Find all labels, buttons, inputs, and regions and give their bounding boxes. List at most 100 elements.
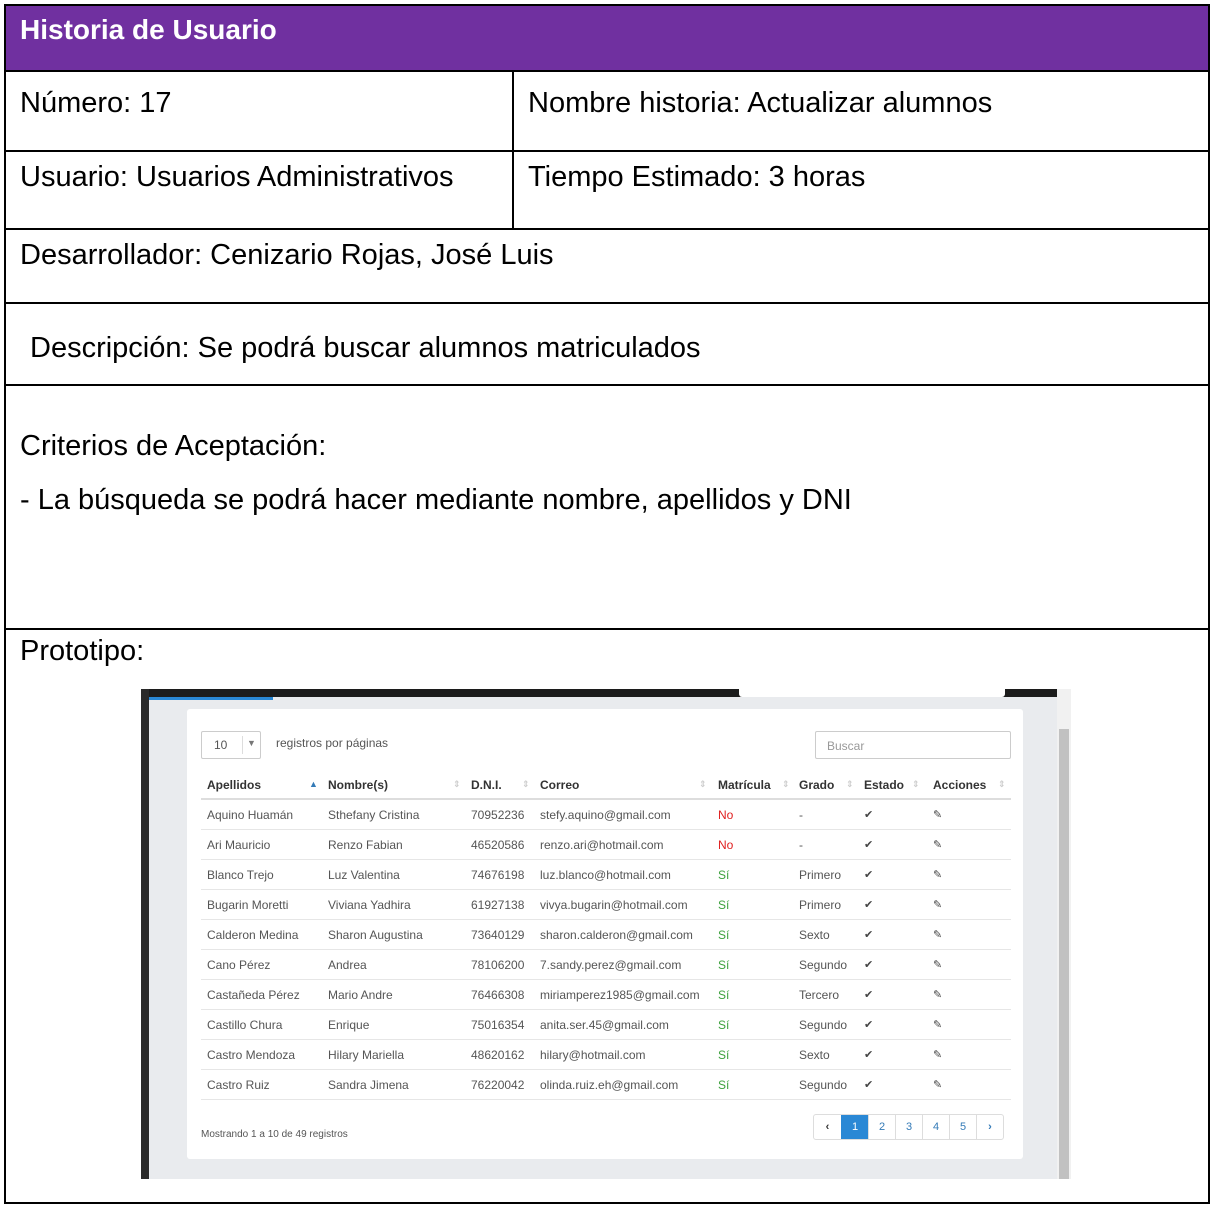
cell-grado: Sexto <box>799 928 830 942</box>
cell-matricula: Sí <box>718 928 730 942</box>
cell-matricula: No <box>718 808 734 822</box>
cell-correo: renzo.ari@hotmail.com <box>540 838 664 852</box>
table-body: Aquino Huamán Sthefany Cristina 70952236 st… <box>201 800 1011 1100</box>
cell-grado: Segundo <box>799 1078 848 1092</box>
scrollbar-thumb[interactable] <box>1059 729 1069 1179</box>
cell-nombres: Renzo Fabian <box>328 838 403 852</box>
col-dni[interactable]: D.N.I. <box>471 778 502 792</box>
edit-pencil-icon[interactable]: ✎ <box>933 928 942 941</box>
cell-nombres: Luz Valentina <box>328 868 400 882</box>
criteria-item: - La búsqueda se podrá hacer mediante no… <box>20 484 852 516</box>
pagination-page-5[interactable]: 5 <box>949 1115 976 1139</box>
cell-apellidos: Castañeda Pérez <box>207 988 300 1002</box>
check-icon: ✔ <box>864 869 874 881</box>
edit-pencil-icon[interactable]: ✎ <box>933 958 942 971</box>
sort-asc-icon[interactable]: ▲ <box>309 779 318 789</box>
pagination-prev-button[interactable]: ‹ <box>814 1115 841 1139</box>
page-length-select[interactable]: 10 ▼ <box>201 731 261 759</box>
cell-apellidos: Aquino Huamán <box>207 808 294 822</box>
col-estado[interactable]: Estado <box>864 778 904 792</box>
cell-apellidos: Castillo Chura <box>207 1018 283 1032</box>
scrollbar[interactable] <box>1057 689 1071 1179</box>
cell-dni: 74676198 <box>471 868 525 882</box>
sort-icon[interactable]: ⇕ <box>912 779 920 790</box>
topbar-tab <box>739 689 1005 697</box>
table-info: Mostrando 1 a 10 de 49 registros <box>201 1129 348 1140</box>
sort-icon[interactable]: ⇕ <box>699 779 707 790</box>
active-tab-indicator <box>149 697 273 700</box>
cell-dni: 70952236 <box>471 808 525 822</box>
cell-correo: miriamperez1985@gmail.com <box>540 988 700 1002</box>
check-icon: ✔ <box>864 809 874 821</box>
pagination-page-3[interactable]: 3 <box>895 1115 922 1139</box>
col-nombres[interactable]: Nombre(s) <box>328 778 388 792</box>
table-row: Aquino Huamán Sthefany Cristina 70952236 st… <box>201 800 1011 830</box>
check-icon: ✔ <box>864 839 874 851</box>
table-row: Bugarin Moretti Viviana Yadhira 61927138 vi… <box>201 890 1011 920</box>
pagination-page-2[interactable]: 2 <box>868 1115 895 1139</box>
sort-icon[interactable]: ⇕ <box>453 779 461 790</box>
col-apellidos[interactable]: Apellidos <box>207 778 261 792</box>
cell-grado: Segundo <box>799 1018 848 1032</box>
edit-pencil-icon[interactable]: ✎ <box>933 838 942 851</box>
edit-pencil-icon[interactable]: ✎ <box>933 898 942 911</box>
app-sidebar-edge <box>141 689 149 1179</box>
sort-icon[interactable]: ⇕ <box>846 779 854 790</box>
prototype-screenshot: 10 ▼ registros por páginas Buscar Apelli… <box>141 689 1071 1179</box>
sort-icon[interactable]: ⇕ <box>782 779 790 790</box>
sort-icon[interactable]: ⇕ <box>522 779 530 790</box>
cell-matricula: Sí <box>718 898 730 912</box>
col-matricula[interactable]: Matrícula <box>718 778 771 792</box>
cell-matricula: Sí <box>718 1048 730 1062</box>
table-row: Calderon Medina Sharon Augustina 73640129 s… <box>201 920 1011 950</box>
cell-dni: 75016354 <box>471 1018 525 1032</box>
prototype-label: Prototipo: <box>20 635 145 667</box>
story-header: Historia de Usuario <box>6 6 1208 72</box>
cell-apellidos: Ari Mauricio <box>207 838 271 852</box>
page-length-label: registros por páginas <box>276 736 389 750</box>
cell-apellidos: Castro Ruiz <box>207 1078 270 1092</box>
cell-nombres: Andrea <box>328 958 367 972</box>
cell-nombres: Viviana Yadhira <box>328 898 411 912</box>
pagination-page-1[interactable]: 1 <box>841 1115 868 1139</box>
story-user: Usuario: Usuarios Administrativos <box>6 152 514 230</box>
col-grado[interactable]: Grado <box>799 778 834 792</box>
cell-nombres: Hilary Mariella <box>328 1048 405 1062</box>
check-icon: ✔ <box>864 989 874 1001</box>
cell-apellidos: Blanco Trejo <box>207 868 274 882</box>
cell-nombres: Enrique <box>328 1018 370 1032</box>
cell-nombres: Sandra Jimena <box>328 1078 409 1092</box>
story-developer: Desarrollador: Cenizario Rojas, José Lui… <box>6 230 1208 304</box>
cell-correo: olinda.ruiz.eh@gmail.com <box>540 1078 679 1092</box>
cell-dni: 76220042 <box>471 1078 525 1092</box>
pagination-page-4[interactable]: 4 <box>922 1115 949 1139</box>
cell-correo: sharon.calderon@gmail.com <box>540 928 693 942</box>
cell-dni: 76466308 <box>471 988 525 1002</box>
edit-pencil-icon[interactable]: ✎ <box>933 808 942 821</box>
students-table: Apellidos ▲ Nombre(s) ⇕ D.N.I. ⇕ Correo … <box>201 772 1011 1100</box>
pagination: ‹ 1 2 3 4 5 › <box>813 1114 1004 1140</box>
col-correo[interactable]: Correo <box>540 778 579 792</box>
edit-pencil-icon[interactable]: ✎ <box>933 1048 942 1061</box>
edit-pencil-icon[interactable]: ✎ <box>933 1018 942 1031</box>
table-header: Apellidos ▲ Nombre(s) ⇕ D.N.I. ⇕ Correo … <box>201 772 1011 800</box>
select-divider <box>242 736 243 754</box>
cell-apellidos: Cano Pérez <box>207 958 271 972</box>
sort-icon[interactable]: ⇕ <box>998 779 1006 790</box>
cell-grado: - <box>799 838 803 852</box>
cell-dni: 78106200 <box>471 958 525 972</box>
check-icon: ✔ <box>864 899 874 911</box>
cell-matricula: Sí <box>718 868 730 882</box>
app-topbar <box>141 689 1061 697</box>
edit-pencil-icon[interactable]: ✎ <box>933 868 942 881</box>
edit-pencil-icon[interactable]: ✎ <box>933 988 942 1001</box>
students-panel: 10 ▼ registros por páginas Buscar Apelli… <box>187 709 1023 1159</box>
search-input[interactable]: Buscar <box>815 731 1011 759</box>
cell-correo: hilary@hotmail.com <box>540 1048 646 1062</box>
pagination-next-button[interactable]: › <box>976 1115 1003 1139</box>
table-row: Cano Pérez Andrea 78106200 7.sandy.perez@gm… <box>201 950 1011 980</box>
edit-pencil-icon[interactable]: ✎ <box>933 1078 942 1091</box>
col-acciones[interactable]: Acciones <box>933 778 986 792</box>
table-row: Castillo Chura Enrique 75016354 anita.ser.4… <box>201 1010 1011 1040</box>
table-row: Castañeda Pérez Mario Andre 76466308 miriam… <box>201 980 1011 1010</box>
